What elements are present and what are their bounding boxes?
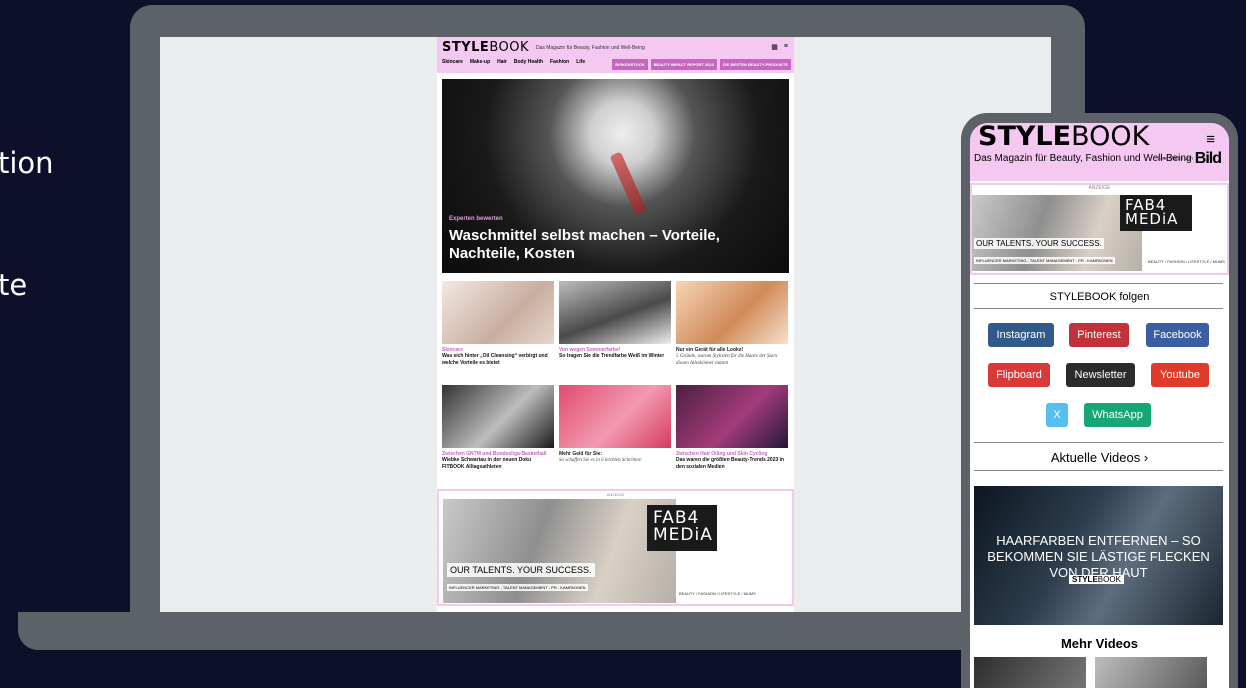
mobile-header: STYLEBOOK Das Magazin für Beauty, Fashio… [970, 123, 1229, 181]
bild-logo: Bild [1194, 150, 1222, 167]
article-image[interactable] [676, 385, 788, 448]
article-title[interactable]: 5 Gründe, warum Stylisten für die Haare … [676, 353, 788, 367]
article-title[interactable]: So schaffen Sie es in 6 leichten Schritt… [559, 457, 671, 464]
nav-item-make-up[interactable]: Make-up [470, 59, 490, 65]
article-card[interactable]: Zwischen GNTM und Bundesliga-Basketball … [442, 385, 554, 483]
divider [974, 470, 1223, 471]
ad-banner[interactable]: ANZEIGE FAB4 MEDiA OUR TALENTS. YOUR SUCC… [437, 489, 794, 606]
article-card[interactable]: Zwischen Hair Oiling und Skin Cycling Da… [676, 385, 788, 483]
video-player[interactable]: HAARFARBEN ENTFERNEN – SO BEKOMMEN SIE L… [974, 486, 1223, 625]
instagram-button[interactable]: Instagram [988, 323, 1054, 347]
menu-icon[interactable]: ≡ [784, 43, 788, 51]
article-image[interactable] [676, 281, 788, 344]
facebook-button[interactable]: Facebook [1146, 323, 1209, 347]
ad-logo: FAB4 MEDiA [647, 505, 717, 551]
mobile-ad-banner[interactable]: ANZEIGE FAB4 MEDiA OUR TALENTS. YOUR SUCC… [970, 183, 1229, 275]
pill-birkenstock[interactable]: BIRKENSTOCK [612, 59, 648, 70]
youtube-button[interactable]: Youtube [1151, 363, 1209, 387]
side-text-2: te [0, 268, 28, 302]
hero-title[interactable]: Waschmittel selbst machen – Vorteile, Na… [449, 227, 779, 263]
article-grid: Skincare Was sich hinter „Oil Cleansing“… [442, 281, 789, 483]
ad-slogan: OUR TALENTS. YOUR SUCCESS. [447, 563, 595, 577]
article-card[interactable]: Von wegen Sommerfarbe! So tragen Sie die… [559, 281, 671, 379]
ad-subline: INFLUENCER MARKETING - TALENT MANAGEMENT… [447, 584, 588, 591]
follow-title: STYLEBOOK folgen [1049, 291, 1150, 303]
nav-item-life[interactable]: Life [576, 59, 585, 65]
article-title[interactable]: Was sich hinter „Oil Cleansing“ verbirgt… [442, 353, 554, 367]
nav-item-body-health[interactable]: Body Health [514, 59, 543, 65]
pill-beauty-products[interactable]: DIE BESTEN BEAUTY-PRODUKTE [719, 59, 791, 70]
ad-categories: BEAUTY / FASHION / LIFESTYLE / MUMS [679, 591, 756, 596]
x-button[interactable]: X [1046, 403, 1068, 427]
ad-categories: BEAUTY / FASHION / LIFESTYLE / MUMS [1148, 259, 1225, 264]
article-card[interactable]: Mehr Geld für Sie: So schaffen Sie es in… [559, 385, 671, 483]
site-header: STYLEBOOK Das Magazin für Beauty, Fashio… [437, 37, 794, 73]
flipboard-button[interactable]: Flipboard [988, 363, 1050, 387]
ad-label: ANZEIGE [1088, 185, 1111, 191]
article-card[interactable]: Nur ein Gerät für alle Looks! 5 Gründe, … [676, 281, 788, 379]
mobile-logo[interactable]: STYLEBOOK [978, 123, 1221, 151]
phone-frame: STYLEBOOK Das Magazin für Beauty, Fashio… [961, 113, 1238, 688]
ad-subline: INFLUENCER MARKETING - TALENT MANAGEMENT… [974, 257, 1115, 264]
nav-item-skincare[interactable]: Skincare [442, 59, 463, 65]
mark-icon[interactable]: ▦ [771, 43, 778, 51]
videos-title-link[interactable]: Aktuelle Videos › [970, 450, 1229, 465]
bild-brand[interactable]: Eine Marke von Bild [1158, 150, 1222, 168]
article-card[interactable]: Skincare Was sich hinter „Oil Cleansing“… [442, 281, 554, 379]
ad-logo: FAB4 MEDiA [1120, 195, 1192, 231]
bild-label: Eine Marke von [1158, 156, 1193, 162]
newsletter-button[interactable]: Newsletter [1066, 363, 1135, 387]
nav-item-fashion[interactable]: Fashion [550, 59, 569, 65]
article-image[interactable] [442, 281, 554, 344]
video-brand: STYLEBOOK [1069, 575, 1124, 584]
article-title[interactable]: Das waren die größten Beauty-Trends 2023… [676, 457, 788, 471]
nav-item-hair[interactable]: Hair [497, 59, 507, 65]
laptop-base [18, 612, 1048, 650]
ad-slogan: OUR TALENTS. YOUR SUCCESS. [974, 238, 1104, 249]
article-image[interactable] [559, 385, 671, 448]
hero-image-scoop [609, 151, 647, 215]
pill-beauty-impact[interactable]: BEAUTY IMPACT REPORT 2023 [650, 59, 717, 70]
laptop-screen: STYLEBOOK Das Magazin für Beauty, Fashio… [160, 37, 1051, 612]
hero-kicker: Experten bewerten [449, 216, 503, 222]
article-title[interactable]: Wiebke Schwartau in der neuen Doku FITBO… [442, 457, 554, 471]
desktop-site: STYLEBOOK Das Magazin für Beauty, Fashio… [437, 37, 794, 612]
site-tagline: Das Magazin für Beauty, Fashion und Well… [536, 45, 645, 51]
ad-label: ANZEIGE [606, 492, 625, 497]
video-thumbnail[interactable] [1095, 657, 1207, 688]
divider [974, 283, 1223, 284]
video-thumbnail[interactable] [974, 657, 1086, 688]
menu-icon[interactable]: ≡ [1206, 131, 1215, 148]
video-title: HAARFARBEN ENTFERNEN – SO BEKOMMEN SIE L… [987, 533, 1210, 580]
article-title[interactable]: So tragen Sie die Trendfarbe Weiß im Win… [559, 353, 671, 360]
more-videos-title: Mehr Videos [1060, 636, 1139, 651]
article-image[interactable] [442, 385, 554, 448]
pinterest-button[interactable]: Pinterest [1069, 323, 1129, 347]
side-text-1: tion [0, 146, 54, 180]
divider [974, 308, 1223, 309]
divider [974, 442, 1223, 443]
hero-article[interactable]: Experten bewerten Waschmittel selbst mac… [442, 79, 789, 273]
article-image[interactable] [559, 281, 671, 344]
whatsapp-button[interactable]: WhatsApp [1084, 403, 1151, 427]
phone-screen: STYLEBOOK Das Magazin für Beauty, Fashio… [970, 123, 1229, 688]
